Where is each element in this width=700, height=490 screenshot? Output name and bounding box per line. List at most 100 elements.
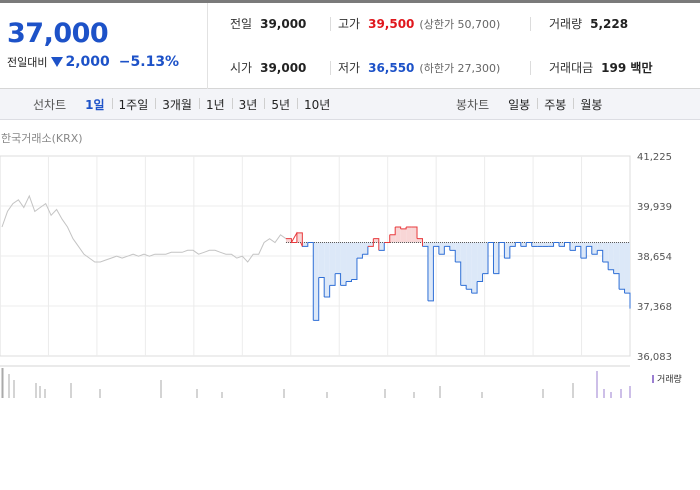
area-fill-down bbox=[433, 242, 439, 247]
volume-legend: 거래량 bbox=[652, 372, 682, 385]
area-fill-down bbox=[378, 242, 385, 251]
price-box: 37,000 전일대비 2,000 −5.13% bbox=[0, 3, 208, 89]
stat-value: 199 백만 bbox=[601, 61, 653, 75]
area-fill-down bbox=[367, 242, 374, 247]
area-fill-down bbox=[548, 242, 554, 247]
area-fill-down bbox=[313, 242, 319, 321]
area-fill-down bbox=[449, 242, 456, 251]
tab-1day[interactable]: 1일 bbox=[78, 96, 111, 113]
area-fill-down bbox=[591, 242, 598, 255]
volume-legend-label: 거래량 bbox=[657, 375, 682, 385]
area-fill-down bbox=[329, 242, 336, 286]
area-fill-down bbox=[624, 242, 630, 294]
candle-chart-tabs: 봉차트 일봉 주봉 월봉 bbox=[456, 89, 609, 120]
stat-value: 39,500 bbox=[368, 17, 415, 31]
area-fill-down bbox=[356, 242, 363, 259]
tab-weekly[interactable]: 주봉 bbox=[537, 96, 573, 113]
area-fill-up bbox=[400, 228, 407, 243]
change-row: 전일대비 2,000 −5.13% bbox=[7, 54, 179, 70]
area-fill-up bbox=[285, 238, 292, 243]
area-fill-down bbox=[438, 242, 445, 255]
stat-high: 고가 39,500 (상한가 50,700) bbox=[338, 15, 500, 32]
y-tick-label: 37,368 bbox=[637, 302, 672, 313]
area-fill-down bbox=[520, 242, 527, 247]
area-fill-down bbox=[613, 242, 620, 274]
change-label: 전일대비 bbox=[7, 56, 48, 69]
area-fill-down bbox=[460, 242, 467, 286]
area-fill-down bbox=[444, 242, 450, 247]
area-fill-down bbox=[324, 242, 330, 297]
area-fill-up bbox=[406, 226, 412, 243]
tab-daily[interactable]: 일봉 bbox=[501, 96, 537, 113]
tab-10year[interactable]: 10년 bbox=[297, 96, 337, 113]
y-tick-label: 39,939 bbox=[637, 202, 672, 213]
line-chart-tabs: 선차트 1일 1주일 3개월 1년 3년 5년 10년 bbox=[33, 89, 337, 120]
change-value: 2,000 bbox=[65, 54, 110, 70]
stat-volume: 거래량 5,228 bbox=[549, 15, 628, 32]
area-fill-down bbox=[586, 242, 592, 247]
stat-value: 39,000 bbox=[260, 17, 307, 31]
tab-5year[interactable]: 5년 bbox=[264, 96, 297, 113]
volume-swatch-icon bbox=[652, 374, 654, 383]
area-fill-down bbox=[318, 242, 325, 278]
candle-chart-label: 봉차트 bbox=[456, 98, 490, 112]
y-tick-label: 41,225 bbox=[637, 152, 672, 163]
area-fill-down bbox=[493, 242, 499, 274]
stat-value: 36,550 bbox=[368, 61, 415, 75]
chart-tab-bar: 선차트 1일 1주일 3개월 1년 3년 5년 10년 봉차트 일봉 주봉 월봉 bbox=[0, 89, 700, 120]
area-fill-up bbox=[395, 226, 401, 243]
area-fill-down bbox=[482, 242, 489, 274]
stat-open: 시가 39,000 bbox=[230, 59, 306, 76]
area-fill-down bbox=[466, 242, 472, 290]
stat-trade-value: 거래대금 199 백만 bbox=[549, 59, 652, 76]
area-fill-up bbox=[417, 238, 423, 243]
divider bbox=[330, 61, 331, 75]
area-fill-down bbox=[569, 242, 576, 251]
area-fill-up bbox=[373, 238, 379, 243]
tab-3month[interactable]: 3개월 bbox=[155, 96, 199, 113]
area-fill-down bbox=[335, 242, 341, 274]
area-fill-down bbox=[351, 242, 357, 280]
tab-1year[interactable]: 1년 bbox=[198, 96, 232, 113]
divider bbox=[330, 17, 331, 31]
area-fill-down bbox=[340, 242, 347, 286]
area-fill-down bbox=[602, 242, 609, 262]
area-fill-down bbox=[531, 242, 538, 247]
area-fill-down bbox=[422, 242, 428, 247]
area-fill-down bbox=[362, 242, 368, 255]
area-fill-up bbox=[296, 232, 303, 243]
area-fill-up bbox=[411, 226, 418, 243]
current-price: 37,000 bbox=[7, 18, 109, 49]
area-fill-down bbox=[504, 242, 510, 259]
stat-label: 거래량 bbox=[549, 17, 583, 31]
stat-label: 시가 bbox=[230, 61, 253, 75]
stat-value: 5,228 bbox=[590, 17, 629, 31]
change-percent: −5.13% bbox=[118, 54, 180, 70]
area-fill-down bbox=[597, 242, 603, 251]
area-fill-down bbox=[575, 242, 581, 247]
area-fill-down bbox=[427, 242, 434, 301]
area-fill-down bbox=[455, 242, 461, 262]
area-fill-down bbox=[542, 242, 549, 247]
stat-label: 전일 bbox=[230, 17, 253, 31]
stat-label: 저가 bbox=[338, 61, 361, 75]
stat-low: 저가 36,550 (하한가 27,300) bbox=[338, 59, 500, 76]
intraday-chart: 41,225 39,939 38,654 37,368 36,083 bbox=[0, 152, 672, 398]
area-fill-down bbox=[346, 242, 352, 282]
divider bbox=[530, 61, 531, 75]
area-fill-down bbox=[477, 242, 483, 282]
tab-monthly[interactable]: 월봉 bbox=[573, 96, 609, 113]
area-fill-down bbox=[559, 242, 565, 247]
line-chart-label: 선차트 bbox=[33, 98, 67, 112]
area-fill-down bbox=[302, 242, 308, 247]
stat-prev-close: 전일 39,000 bbox=[230, 15, 306, 32]
quote-panel: 37,000 전일대비 2,000 −5.13% 전일 39,000 고가 39… bbox=[0, 3, 700, 89]
area-fill-up bbox=[389, 234, 396, 243]
tab-1week[interactable]: 1주일 bbox=[111, 96, 156, 113]
stat-sub: (상한가 50,700) bbox=[419, 18, 501, 31]
down-triangle-icon bbox=[51, 57, 64, 67]
stat-label: 고가 bbox=[338, 17, 361, 31]
y-tick-label: 38,654 bbox=[637, 252, 672, 263]
area-fill-down bbox=[537, 242, 543, 247]
tab-3year[interactable]: 3년 bbox=[231, 96, 265, 113]
